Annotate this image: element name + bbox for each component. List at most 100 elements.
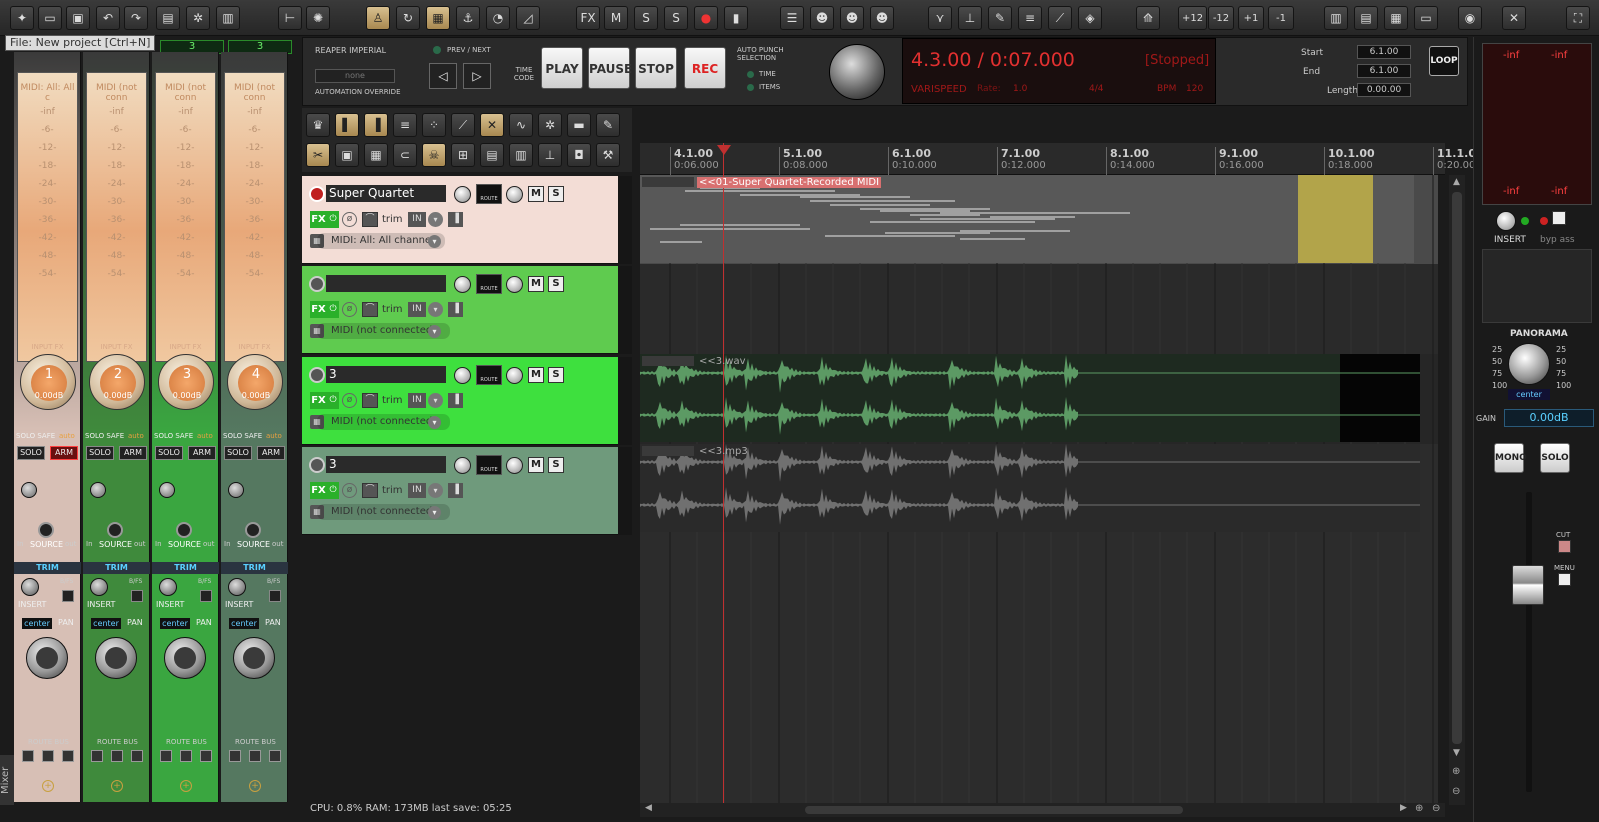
- mp3-item-label[interactable]: <<3.mp3: [697, 446, 750, 457]
- track-name[interactable]: 3: [326, 456, 446, 473]
- items-led-icon[interactable]: [747, 84, 754, 91]
- solo-icon[interactable]: S: [634, 6, 658, 30]
- scroll-down-icon[interactable]: ▼: [1453, 748, 1460, 758]
- midi-dropdown-icon[interactable]: ▾: [428, 506, 441, 519]
- stamp-icon[interactable]: ⊥: [538, 143, 562, 167]
- strip-pan-value[interactable]: center: [229, 618, 259, 629]
- track-solo-button[interactable]: S: [548, 367, 564, 383]
- snap-gear-icon[interactable]: ✺: [306, 6, 330, 30]
- scroll-up-icon[interactable]: ▲: [1453, 177, 1460, 187]
- phase-icon[interactable]: ø: [342, 393, 357, 408]
- scroll-right-icon[interactable]: ▶: [1400, 803, 1407, 813]
- envelope-icon[interactable]: ⟰: [1136, 6, 1160, 30]
- track-pan-knob[interactable]: [506, 276, 523, 293]
- master-bypass-toggle[interactable]: [1552, 211, 1566, 225]
- redo-icon[interactable]: ↷: [124, 6, 148, 30]
- fx-power-icon[interactable]: ⏻: [327, 392, 339, 409]
- trim-label[interactable]: TRIM: [152, 562, 219, 574]
- midi-input-select[interactable]: MIDI: All: All channe: [317, 233, 446, 249]
- monitor-icon[interactable]: ▐: [448, 483, 463, 498]
- grid-icon[interactable]: ▦: [426, 6, 450, 30]
- track-header-1[interactable]: Super Quartet ROUTE M S FX ⏻ ø ⌒ trim IN ▾ ▐ ▦ MIDI: …: [302, 176, 632, 264]
- route-button-2[interactable]: [249, 750, 261, 762]
- vertical-scroll-thumb[interactable]: [1452, 192, 1462, 744]
- insert-knob[interactable]: [21, 578, 39, 596]
- insert-knob[interactable]: [159, 578, 177, 596]
- strip-connect-icon[interactable]: +: [180, 780, 192, 792]
- strip-volume-knob[interactable]: 3 0.00dB: [158, 354, 214, 410]
- track-fx-button[interactable]: FX: [310, 301, 327, 318]
- playhead-cursor[interactable]: [723, 143, 724, 803]
- track-volume-knob[interactable]: [454, 276, 471, 293]
- face-2-icon[interactable]: ☻: [840, 6, 864, 30]
- tempo-icon[interactable]: ✕: [480, 113, 504, 137]
- midi-item-label[interactable]: <<01-Super Quartet-Recorded MIDI: [697, 177, 882, 188]
- track-volume-knob[interactable]: [454, 367, 471, 384]
- strip-pan-knob[interactable]: [95, 637, 137, 679]
- insert-knob[interactable]: [228, 578, 246, 596]
- crossfade-icon[interactable]: ◿: [516, 6, 540, 30]
- track-name[interactable]: 3: [326, 366, 446, 383]
- insert-knob[interactable]: [90, 578, 108, 596]
- start-field[interactable]: 6.1.00: [1357, 45, 1411, 59]
- record-arm-icon[interactable]: [309, 367, 325, 383]
- app-icon[interactable]: ✦: [10, 6, 34, 30]
- transpose-up-12-button[interactable]: +12: [1178, 6, 1208, 30]
- strip-arm-button[interactable]: ARM: [188, 446, 216, 460]
- route-button-1[interactable]: [229, 750, 241, 762]
- camera-icon[interactable]: ◈: [1078, 6, 1102, 30]
- undo-icon[interactable]: ↶: [96, 6, 120, 30]
- play-button[interactable]: PLAY: [541, 47, 583, 89]
- time-signature[interactable]: 4/4: [1089, 84, 1103, 94]
- crown-icon[interactable]: ♛: [306, 113, 330, 137]
- trim-label[interactable]: trim: [382, 392, 403, 409]
- trash-icon[interactable]: ▥: [216, 6, 240, 30]
- strip-pan-value[interactable]: center: [91, 618, 121, 629]
- length-field[interactable]: 0.00.00: [1357, 83, 1411, 97]
- hammer-icon[interactable]: ⚒: [596, 143, 620, 167]
- strip-midi-input[interactable]: MIDI: All: All c: [18, 83, 77, 103]
- track-mute-button[interactable]: M: [528, 276, 544, 292]
- midi-icon[interactable]: M: [604, 6, 628, 30]
- phase-icon[interactable]: ø: [342, 212, 357, 227]
- route-button[interactable]: ROUTE: [476, 365, 502, 385]
- strip-midi-input[interactable]: MIDI (not conn: [87, 83, 146, 103]
- trim-label[interactable]: trim: [382, 211, 403, 228]
- track-mute-button[interactable]: M: [528, 186, 544, 202]
- jog-wheel-knob[interactable]: [829, 44, 885, 100]
- layout-2-icon[interactable]: ▦: [1384, 6, 1408, 30]
- track-mute-button[interactable]: M: [528, 367, 544, 383]
- track-volume-knob[interactable]: [454, 457, 471, 474]
- piano-roll-icon[interactable]: ▥: [1324, 6, 1348, 30]
- strip-pan-knob[interactable]: [164, 637, 206, 679]
- transpose-up-1-button[interactable]: +1: [1238, 6, 1264, 30]
- wav-item-label[interactable]: <<3.wav: [697, 356, 748, 367]
- loop-button[interactable]: LOOP: [1429, 46, 1459, 76]
- strip-midi-input[interactable]: MIDI (not conn: [225, 83, 284, 103]
- stop-button[interactable]: STOP: [635, 47, 677, 89]
- skull-icon[interactable]: ☠: [422, 143, 446, 167]
- record-arm-icon[interactable]: [309, 186, 325, 202]
- playhead-marker-icon[interactable]: [717, 145, 731, 155]
- midi-dropdown-icon[interactable]: ▾: [428, 325, 441, 338]
- route-button[interactable]: ROUTE: [476, 455, 502, 475]
- freeze-icon[interactable]: ✲: [538, 113, 562, 137]
- strip-pan-value[interactable]: center: [22, 618, 52, 629]
- record-arm-icon[interactable]: [309, 457, 325, 473]
- split-tracks-icon[interactable]: ✂: [306, 143, 330, 167]
- strip-solo-button[interactable]: SOLO: [224, 446, 252, 460]
- track-header-4[interactable]: 3 ROUTE M S FX ⏻ ø ⌒ trim IN ▾ ▐ ▦ MIDI (not connecte…: [302, 447, 632, 535]
- arrange-canvas[interactable]: [640, 175, 1515, 805]
- end-field[interactable]: 6.1.00: [1357, 64, 1411, 78]
- solo-exclusive-icon[interactable]: S: [664, 6, 688, 30]
- route-button[interactable]: ROUTE: [476, 184, 502, 204]
- tools-icon[interactable]: ✕: [1502, 6, 1526, 30]
- monitor-icon[interactable]: ▐: [448, 302, 463, 317]
- strip-arm-button[interactable]: ARM: [50, 446, 78, 460]
- zoom-out-horizontal-icon[interactable]: ⊖: [1432, 803, 1440, 814]
- source-knob[interactable]: [38, 522, 54, 538]
- monitor-icon[interactable]: ▐: [448, 393, 463, 408]
- route-button-2[interactable]: [111, 750, 123, 762]
- arrange-view[interactable]: [640, 175, 1515, 805]
- envelope-icon[interactable]: ⌒: [362, 212, 378, 227]
